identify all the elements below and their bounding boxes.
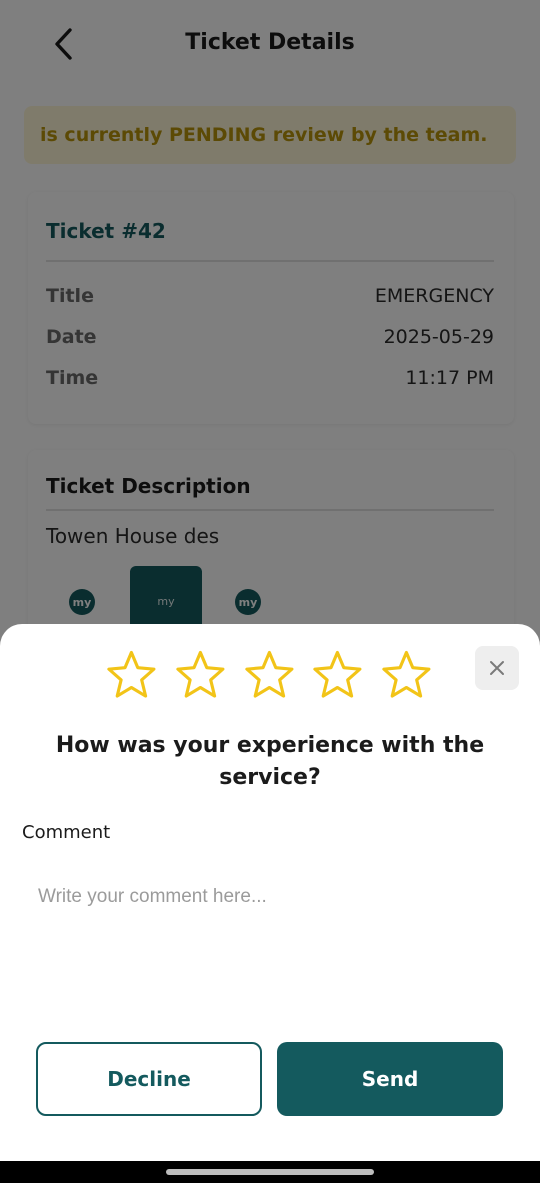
decline-button[interactable]: Decline — [36, 1042, 262, 1116]
close-icon — [490, 661, 504, 675]
system-nav-bar — [0, 1161, 540, 1183]
rating-question: How was your experience with the service… — [55, 733, 485, 790]
star-icon[interactable] — [310, 648, 365, 702]
send-button[interactable]: Send — [277, 1042, 503, 1116]
home-indicator[interactable] — [166, 1169, 374, 1175]
star-icon[interactable] — [104, 648, 159, 702]
comment-label: Comment — [22, 822, 111, 843]
rating-bottom-sheet: How was your experience with the service… — [0, 624, 540, 1161]
comment-input[interactable] — [22, 874, 518, 1014]
close-button[interactable] — [475, 646, 519, 690]
star-rating[interactable] — [104, 648, 434, 702]
star-icon[interactable] — [173, 648, 228, 702]
star-icon[interactable] — [242, 648, 297, 702]
star-icon[interactable] — [379, 648, 434, 702]
